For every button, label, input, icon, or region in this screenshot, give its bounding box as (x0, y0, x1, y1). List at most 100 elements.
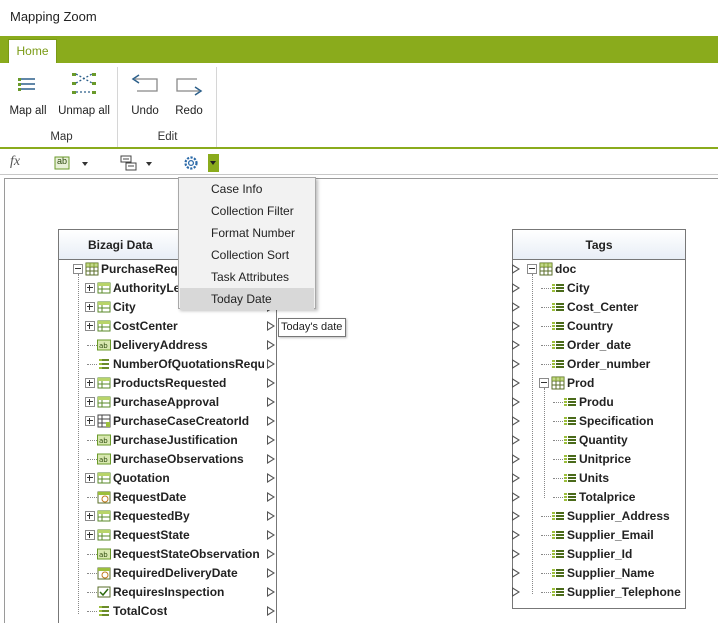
connector-arrow-icon[interactable] (267, 340, 275, 350)
connector-arrow-icon[interactable] (512, 549, 520, 559)
tab-home[interactable]: Home (8, 39, 57, 63)
tags-row-specification[interactable]: Specification (512, 412, 685, 431)
connector-arrow-icon[interactable] (267, 454, 275, 464)
redo-button[interactable]: Redo (169, 69, 209, 117)
connector-arrow-icon[interactable] (267, 359, 275, 369)
connector-arrow-icon[interactable] (512, 378, 520, 388)
bizagi-row-numberofquotationsrequired[interactable]: NumberOfQuotationsRequired (59, 355, 276, 374)
connector-arrow-icon[interactable] (512, 568, 520, 578)
conversion-function-button[interactable] (120, 154, 156, 172)
expand-icon[interactable] (85, 416, 95, 426)
bizagi-row-deliveryaddress[interactable]: ab DeliveryAddress (59, 336, 276, 355)
tags-row-supplier-telephone[interactable]: Supplier_Telephone (512, 583, 685, 602)
expand-icon[interactable] (85, 511, 95, 521)
expand-icon[interactable] (85, 397, 95, 407)
tags-row-order-date[interactable]: Order_date (512, 336, 685, 355)
connector-arrow-icon[interactable] (267, 492, 275, 502)
tags-row-supplier-email[interactable]: Supplier_Email (512, 526, 685, 545)
settings-function-button[interactable] (182, 154, 220, 172)
tags-row-city[interactable]: City (512, 279, 685, 298)
bizagi-row-costcenter[interactable]: CostCenter (59, 317, 276, 336)
text-function-button[interactable]: ab (54, 154, 92, 172)
connector-arrow-icon[interactable] (512, 359, 520, 369)
connector-arrow-icon[interactable] (512, 511, 520, 521)
tags-row-cost-center[interactable]: Cost_Center (512, 298, 685, 317)
connector-arrow-icon[interactable] (512, 283, 520, 293)
expand-icon[interactable] (85, 283, 95, 293)
map-all-button[interactable]: Map all (8, 69, 48, 117)
connector-arrow-icon[interactable] (512, 435, 520, 445)
bizagi-row-purchasejustification[interactable]: ab PurchaseJustification (59, 431, 276, 450)
undo-button[interactable]: Undo (125, 69, 165, 117)
bizagi-row-totalcost[interactable]: TotalCost (59, 602, 276, 621)
tags-row-unitprice[interactable]: Unitprice (512, 450, 685, 469)
connector-arrow-icon[interactable] (267, 549, 275, 559)
connector-arrow-icon[interactable] (267, 321, 275, 331)
fx-icon[interactable]: fx (10, 154, 20, 172)
connector-arrow-icon[interactable] (267, 568, 275, 578)
bizagi-row-requiresinspection[interactable]: RequiresInspection (59, 583, 276, 602)
connector-arrow-icon[interactable] (267, 511, 275, 521)
bizagi-row-purchasecasecreatorid[interactable]: PurchaseCaseCreatorId (59, 412, 276, 431)
tags-row-quantity[interactable]: Quantity (512, 431, 685, 450)
bizagi-row-requireddeliverydate[interactable]: RequiredDeliveryDate (59, 564, 276, 583)
menu-item-task-attributes[interactable]: Task Attributes (180, 266, 314, 288)
connector-arrow-icon[interactable] (267, 416, 275, 426)
bizagi-row-purchaseobservations[interactable]: ab PurchaseObservations (59, 450, 276, 469)
menu-item-format-number[interactable]: Format Number (180, 222, 314, 244)
tree-item-label: Produ (579, 395, 614, 409)
bizagi-row-requestdate[interactable]: RequestDate (59, 488, 276, 507)
tags-row-units[interactable]: Units (512, 469, 685, 488)
menu-item-collection-filter[interactable]: Collection Filter (180, 200, 314, 222)
connector-arrow-icon[interactable] (267, 587, 275, 597)
connector-arrow-icon[interactable] (267, 473, 275, 483)
tree-item-label: Prod (567, 376, 595, 390)
expand-icon[interactable] (85, 530, 95, 540)
tags-row-country[interactable]: Country (512, 317, 685, 336)
tags-row-supplier-id[interactable]: Supplier_Id (512, 545, 685, 564)
bizagi-row-quotation[interactable]: Quotation (59, 469, 276, 488)
connector-arrow-icon[interactable] (512, 416, 520, 426)
expand-icon[interactable] (85, 321, 95, 331)
unmap-all-button[interactable]: Unmap all (54, 69, 114, 117)
collapse-icon[interactable] (539, 378, 549, 388)
expand-icon[interactable] (85, 473, 95, 483)
collapse-icon[interactable] (527, 264, 537, 274)
tags-row-supplier-name[interactable]: Supplier_Name (512, 564, 685, 583)
connector-arrow-icon[interactable] (512, 454, 520, 464)
connector-arrow-icon[interactable] (512, 530, 520, 540)
tree-item-label: City (567, 281, 590, 295)
connector-arrow-icon[interactable] (267, 530, 275, 540)
menu-item-today-date[interactable]: Today Date (180, 288, 314, 310)
bizagi-row-productsrequested[interactable]: ProductsRequested (59, 374, 276, 393)
bizagi-row-requeststate[interactable]: RequestState (59, 526, 276, 545)
tags-row-supplier-address[interactable]: Supplier_Address (512, 507, 685, 526)
tags-row-doc[interactable]: doc (512, 260, 685, 279)
connector-arrow-icon[interactable] (512, 492, 520, 502)
connector-arrow-icon[interactable] (267, 435, 275, 445)
connector-arrow-icon[interactable] (267, 606, 275, 616)
tags-row-order-number[interactable]: Order_number (512, 355, 685, 374)
tags-row-produ[interactable]: Produ (512, 393, 685, 412)
bizagi-row-purchaseapproval[interactable]: PurchaseApproval (59, 393, 276, 412)
menu-item-case-info[interactable]: Case Info (180, 178, 314, 200)
connector-arrow-icon[interactable] (512, 264, 520, 274)
collapse-icon[interactable] (73, 264, 83, 274)
bizagi-row-requestedby[interactable]: RequestedBy (59, 507, 276, 526)
bizagi-row-requeststateobservation[interactable]: ab RequestStateObservation (59, 545, 276, 564)
connector-arrow-icon[interactable] (512, 587, 520, 597)
tags-row-totalprice[interactable]: Totalprice (512, 488, 685, 507)
connector-arrow-icon[interactable] (512, 321, 520, 331)
tags-row-prod[interactable]: Prod (512, 374, 685, 393)
tree-connector (87, 364, 97, 365)
connector-arrow-icon[interactable] (512, 397, 520, 407)
connector-arrow-icon[interactable] (512, 340, 520, 350)
connector-arrow-icon[interactable] (267, 397, 275, 407)
menu-item-collection-sort[interactable]: Collection Sort (180, 244, 314, 266)
expand-icon[interactable] (85, 378, 95, 388)
expand-icon[interactable] (85, 302, 95, 312)
connector-arrow-icon[interactable] (267, 378, 275, 388)
connector-arrow-icon[interactable] (512, 302, 520, 312)
settings-dropdown-toggle[interactable] (208, 154, 219, 172)
connector-arrow-icon[interactable] (512, 473, 520, 483)
